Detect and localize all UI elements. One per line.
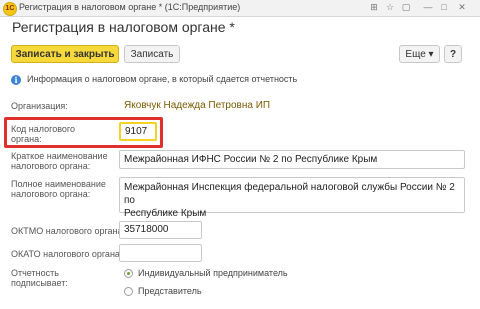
app-logo-icon: 1С	[3, 2, 17, 16]
reporting-signer-label-line1: Отчетность	[11, 268, 59, 278]
more-menu-button[interactable]: Еще ▾	[399, 45, 440, 63]
organization-link[interactable]: Яковчук Надежда Петровна ИП	[124, 100, 270, 111]
okato-label: ОКАТО налогового органа:	[11, 249, 123, 259]
tax-code-input[interactable]: 9107	[119, 122, 157, 141]
radio-representative[interactable]	[124, 287, 133, 296]
full-name-textarea[interactable]: Межрайонная Инспекция федеральной налого…	[119, 177, 465, 219]
info-text: Информация о налоговом органе, в который…	[27, 74, 298, 84]
full-name-value-line2: Республике Крым	[124, 208, 207, 219]
help-button[interactable]: ?	[444, 45, 462, 63]
full-name-value-line1: Межрайонная Инспекция федеральной налого…	[124, 182, 455, 206]
short-name-label-line1: Краткое наименование	[11, 151, 108, 161]
short-name-input[interactable]: Межрайонная ИФНС России № 2 по Республик…	[119, 150, 465, 169]
maximize-button[interactable]: □	[437, 1, 451, 14]
window-list-icon[interactable]: ▢	[399, 1, 413, 14]
minimize-button[interactable]: —	[421, 1, 435, 14]
tax-code-label: Код налогового органа:	[11, 124, 75, 144]
radio-entrepreneur[interactable]	[124, 269, 133, 278]
short-name-label: Краткое наименование налогового органа:	[11, 151, 108, 171]
tax-code-label-line1: Код налогового	[11, 124, 76, 134]
save-button[interactable]: Записать	[124, 45, 180, 63]
reporting-signer-label-line2: подписывает:	[11, 278, 68, 288]
radio-representative-label[interactable]: Представитель	[138, 286, 202, 296]
full-name-label: Полное наименование налогового органа:	[11, 179, 106, 199]
full-name-label-line1: Полное наименование	[11, 179, 106, 189]
radio-selected-dot	[127, 272, 130, 275]
reporting-signer-label: Отчетность подписывает:	[11, 268, 68, 288]
oktmo-input[interactable]: 35718000	[119, 221, 202, 239]
tax-code-label-line2: органа:	[11, 134, 42, 144]
radio-entrepreneur-label[interactable]: Индивидуальный предприниматель	[138, 268, 288, 278]
okato-input[interactable]	[119, 244, 202, 262]
page-title: Регистрация в налоговом органе *	[12, 19, 235, 35]
full-name-label-line2: налогового органа:	[11, 189, 91, 199]
window-title: Регистрация в налоговом органе * (1С:Пре…	[19, 2, 241, 12]
save-and-close-button[interactable]: Записать и закрыть	[11, 45, 119, 63]
close-button[interactable]: ✕	[455, 1, 469, 14]
organization-label: Организация:	[11, 101, 68, 111]
oktmo-label: ОКТМО налогового органа:	[11, 226, 126, 236]
star-icon[interactable]: ☆	[383, 1, 397, 14]
info-icon: i	[11, 75, 21, 85]
grid-icon[interactable]: ⊞	[367, 1, 381, 14]
short-name-label-line2: налогового органа:	[11, 161, 91, 171]
